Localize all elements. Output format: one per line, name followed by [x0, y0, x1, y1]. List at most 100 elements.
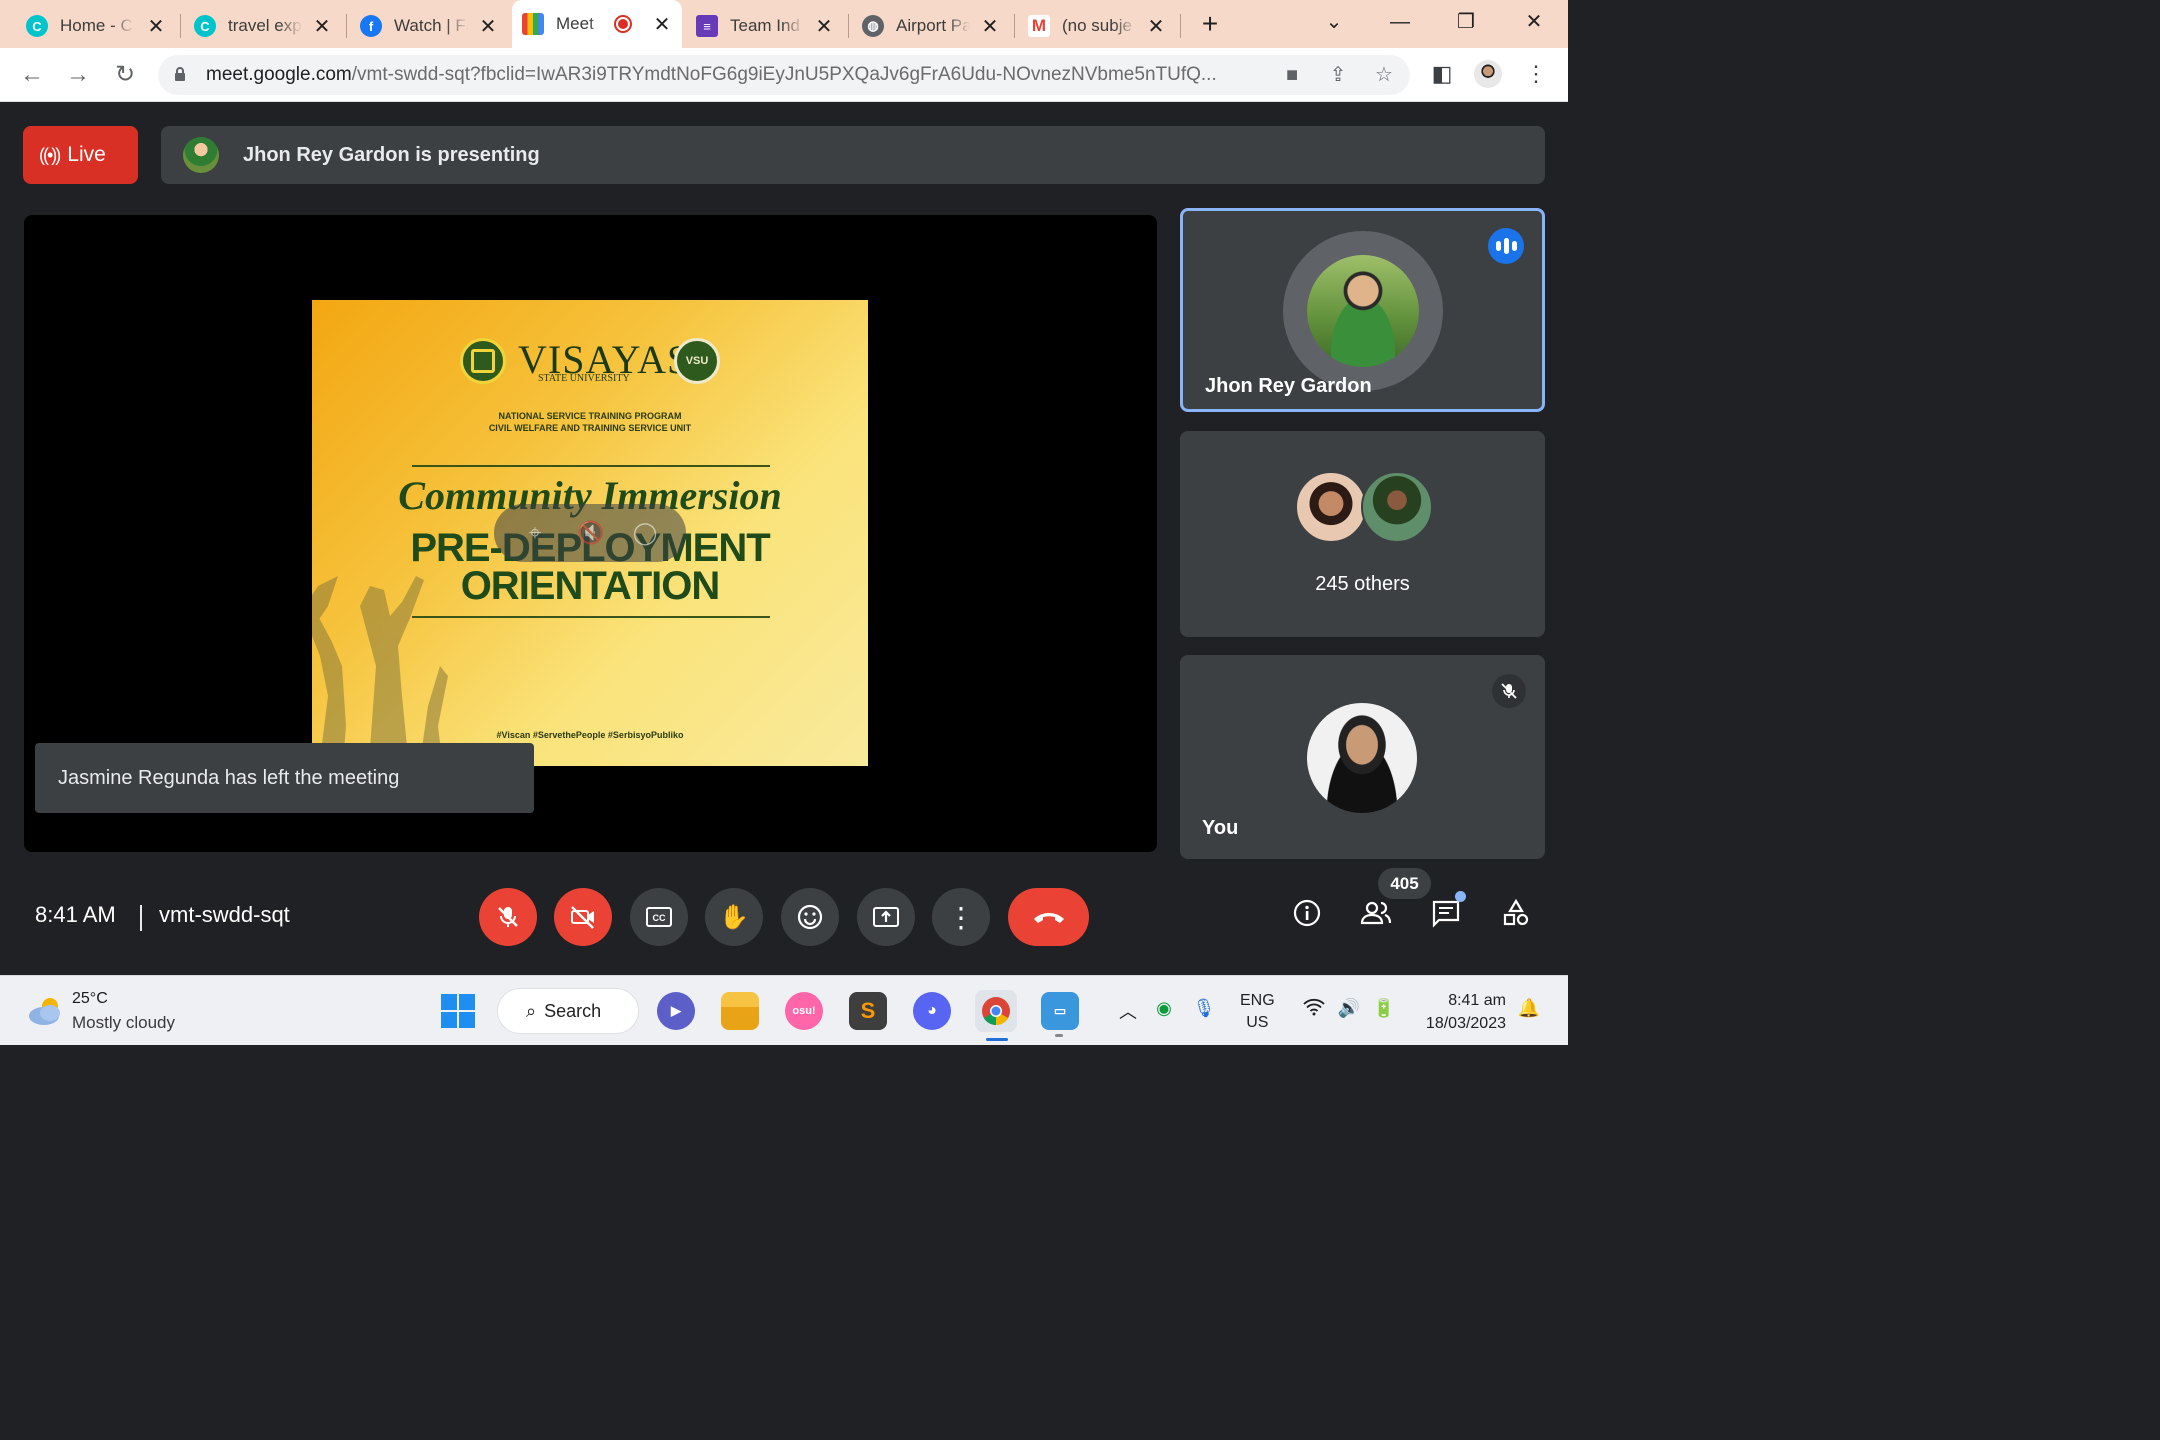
- camera-in-use-icon[interactable]: ■: [1280, 63, 1304, 87]
- lock-icon: [175, 67, 185, 81]
- more-options-button[interactable]: ⋮: [932, 888, 990, 946]
- chat-icon: [1432, 900, 1460, 928]
- windows-start-button[interactable]: [441, 994, 475, 1028]
- back-button[interactable]: ←: [17, 60, 47, 90]
- discord-icon[interactable]: ◕: [913, 992, 951, 1030]
- microphone-tray-icon[interactable]: 🎙: [1190, 998, 1218, 1019]
- presenter-avatar: [183, 137, 219, 173]
- wifi-icon[interactable]: [1300, 998, 1328, 1021]
- tab-title: Home - C: [60, 16, 133, 35]
- chat-button[interactable]: [1426, 898, 1466, 938]
- slide-divider: [412, 465, 770, 467]
- leave-call-button[interactable]: [1008, 888, 1089, 946]
- weather-description: Mostly cloudy: [72, 1013, 175, 1032]
- svg-text:CC: CC: [653, 913, 666, 923]
- meeting-details-button[interactable]: [1287, 898, 1327, 938]
- zoom-icon[interactable]: ◯: [632, 520, 658, 546]
- slide-program-line2: CIVIL WELFARE AND TRAINING SERVICE UNIT: [488, 423, 692, 433]
- sublime-text-icon[interactable]: S: [849, 992, 887, 1030]
- activities-button[interactable]: [1496, 898, 1536, 938]
- profile-avatar[interactable]: [1474, 60, 1502, 88]
- close-tab-icon[interactable]: ✕: [814, 14, 834, 39]
- microphone-toggle-button[interactable]: [479, 888, 537, 946]
- close-tab-icon[interactable]: ✕: [980, 14, 1000, 39]
- battery-icon[interactable]: 🔋: [1370, 998, 1398, 1019]
- tab-title: Airport Pa: [896, 16, 970, 35]
- share-icon[interactable]: ⇪: [1326, 63, 1350, 87]
- show-hidden-icons-chevron[interactable]: ︿: [1114, 998, 1142, 1024]
- reactions-button[interactable]: [781, 888, 839, 946]
- system-clock[interactable]: 8:41 am 18/03/2023: [1414, 989, 1506, 1035]
- close-tab-icon[interactable]: ✕: [478, 14, 498, 39]
- close-tab-icon[interactable]: ✕: [652, 12, 672, 37]
- new-tab-button[interactable]: +: [1196, 10, 1224, 38]
- camera-toggle-button[interactable]: [554, 888, 612, 946]
- meeting-time: 8:41 AM: [35, 902, 116, 927]
- camera-off-icon: [571, 906, 594, 929]
- language-indicator[interactable]: ENG US: [1240, 990, 1275, 1034]
- notification-bell-icon[interactable]: 🔔: [1515, 998, 1543, 1019]
- mute-speaker-icon[interactable]: 🔇: [577, 520, 604, 546]
- slide-divider: [412, 616, 770, 618]
- activities-icon: [1503, 898, 1529, 926]
- forward-button[interactable]: →: [63, 60, 93, 90]
- globe-icon: ◍: [862, 15, 884, 37]
- close-tab-icon[interactable]: ✕: [312, 14, 332, 39]
- forms-icon: ≡: [696, 15, 718, 37]
- address-bar[interactable]: meet.google.com/vmt-swdd-sqt?fbclid=IwAR…: [158, 55, 1410, 95]
- reload-button[interactable]: ↻: [110, 60, 140, 90]
- browser-tab-facebook[interactable]: f Watch | Fa ✕: [350, 6, 508, 46]
- raise-hand-button[interactable]: ✋: [705, 888, 763, 946]
- browser-tab-airport[interactable]: ◍ Airport Pa ✕: [852, 6, 1010, 46]
- meet-icon: [522, 13, 544, 35]
- weather-temperature: 25°C: [72, 990, 108, 1007]
- speaker-avatar: [1307, 255, 1419, 367]
- tab-search-icon[interactable]: ⌄: [1314, 6, 1354, 38]
- speaker-tile[interactable]: Jhon Rey Gardon: [1180, 208, 1545, 412]
- tab-separator: [1014, 14, 1015, 38]
- windows-taskbar: 25°C Mostly cloudy ⌕ Search ▶ osu! S ◕ ▭…: [0, 975, 1568, 1045]
- speaker-name: Jhon Rey Gardon: [1205, 375, 1372, 397]
- close-tab-icon[interactable]: ✕: [1146, 14, 1166, 39]
- self-tile[interactable]: You: [1180, 655, 1545, 859]
- participant-count-badge: 405: [1378, 868, 1431, 899]
- self-avatar: [1307, 703, 1417, 813]
- pin-off-icon[interactable]: ⌖: [522, 520, 548, 546]
- volume-icon[interactable]: 🔊: [1335, 998, 1363, 1019]
- captions-button[interactable]: CC: [630, 888, 688, 946]
- side-panel-icon[interactable]: ◧: [1428, 60, 1456, 88]
- taskbar-search-label: Search: [544, 1000, 602, 1021]
- participant-avatar: [1295, 471, 1367, 543]
- tab-separator: [848, 14, 849, 38]
- close-window-button[interactable]: ✕: [1514, 6, 1554, 38]
- close-tab-icon[interactable]: ✕: [146, 14, 166, 39]
- chrome-app-icon[interactable]: [975, 990, 1017, 1032]
- remote-desktop-icon[interactable]: ▭: [1041, 992, 1079, 1030]
- tab-title: Team Ind: [730, 16, 800, 35]
- browser-tab-travel[interactable]: C travel exp ✕: [184, 6, 342, 46]
- present-screen-button[interactable]: [857, 888, 915, 946]
- others-tile[interactable]: 245 others: [1180, 431, 1545, 637]
- bookmark-star-icon[interactable]: ☆: [1372, 63, 1396, 87]
- browser-tab-forms[interactable]: ≡ Team Ind ✕: [686, 6, 844, 46]
- browser-tab-home[interactable]: C Home - C ✕: [16, 6, 176, 46]
- mic-off-icon: [498, 907, 518, 927]
- file-explorer-icon[interactable]: [721, 992, 759, 1030]
- search-icon: ⌕: [526, 1000, 537, 1021]
- osu-app-icon[interactable]: osu!: [785, 992, 823, 1030]
- browser-tab-meet[interactable]: Meet ✕: [512, 0, 682, 48]
- teams-chat-icon[interactable]: ▶: [657, 992, 695, 1030]
- taskbar-search[interactable]: ⌕ Search: [497, 988, 639, 1034]
- live-button[interactable]: ((•)) Live: [23, 126, 138, 184]
- minimize-button[interactable]: —: [1380, 6, 1420, 38]
- clock-date: 18/03/2023: [1425, 1015, 1506, 1032]
- restore-button[interactable]: ❐: [1446, 6, 1486, 38]
- presenting-text: Jhon Rey Gardon is presenting: [243, 143, 540, 166]
- people-button[interactable]: [1356, 898, 1396, 938]
- url-path: /vmt-swdd-sqt?fbclid=IwAR3i9TRYmdtNoFG6g…: [351, 64, 1217, 85]
- cloudy-weather-icon[interactable]: [26, 994, 66, 1028]
- tray-app-icon[interactable]: ◉: [1150, 998, 1178, 1019]
- browser-tab-gmail[interactable]: M (no subje ✕: [1018, 6, 1176, 46]
- canva-icon: C: [26, 15, 48, 37]
- browser-menu-icon[interactable]: ⋮: [1522, 60, 1550, 88]
